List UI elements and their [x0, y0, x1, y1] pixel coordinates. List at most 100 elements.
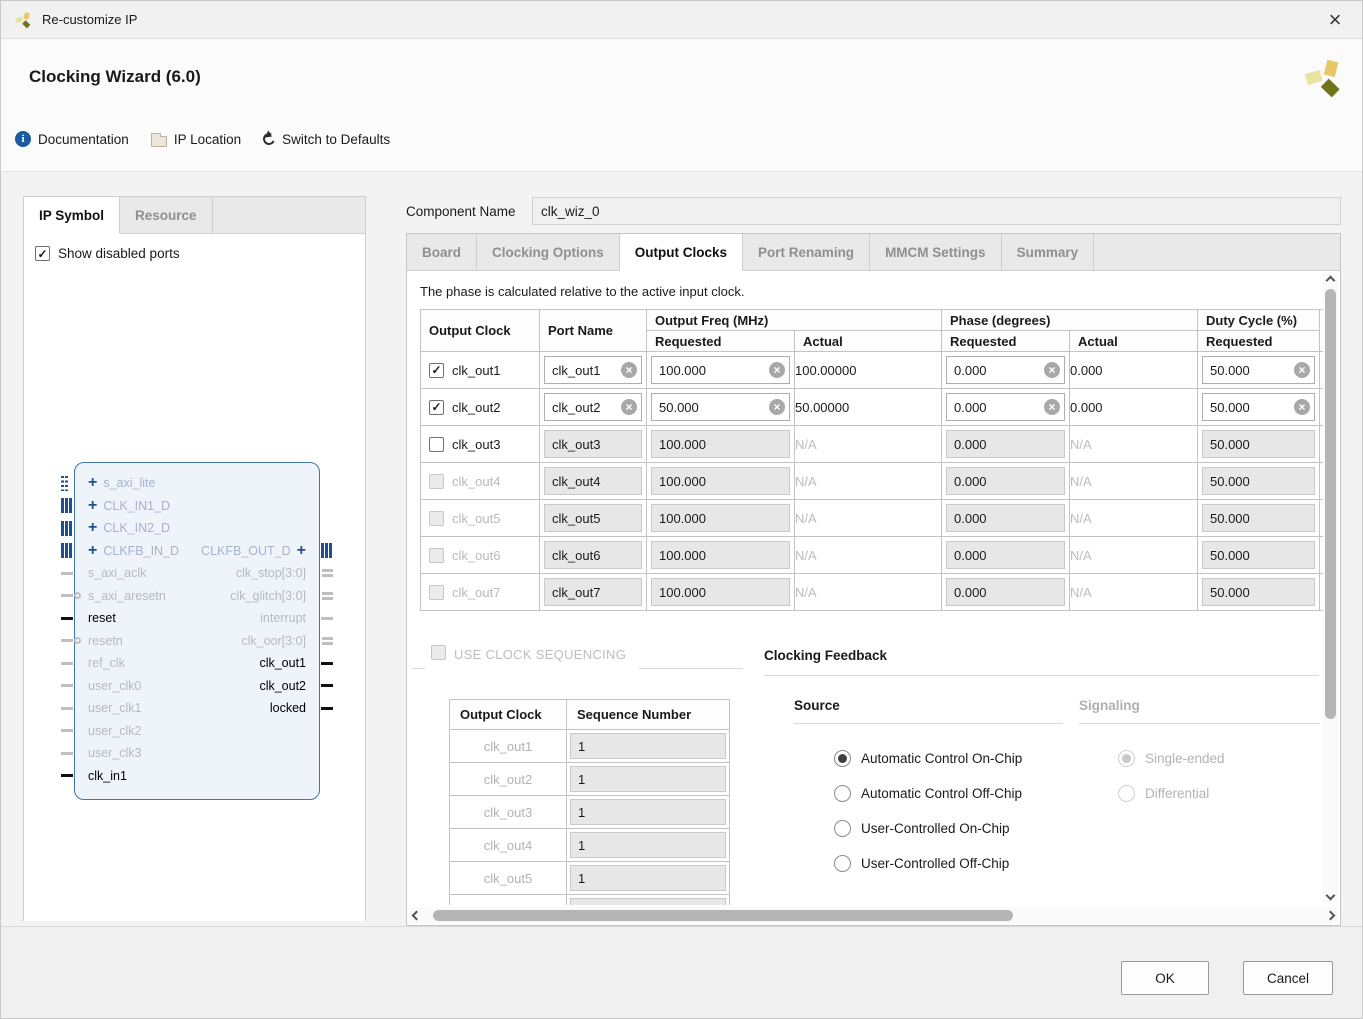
sequence-number-field: 1 [570, 733, 726, 759]
tab-port-renaming[interactable]: Port Renaming [743, 234, 870, 270]
titlebar: Re-customize IP × [1, 1, 1362, 39]
clear-icon[interactable] [1294, 362, 1310, 378]
interface-stub-icon [61, 476, 69, 491]
show-disabled-ports-label: Show disabled ports [58, 246, 180, 261]
freq-requested-field[interactable]: 50.000 [651, 393, 790, 421]
clock-enable-checkbox[interactable] [429, 437, 444, 452]
clear-icon[interactable] [1044, 362, 1060, 378]
clear-icon[interactable] [1294, 399, 1310, 415]
tab-resource[interactable]: Resource [120, 197, 213, 233]
source-option-automatic-control-off-chip[interactable]: Automatic Control Off-Chip [834, 776, 1022, 811]
col-duty-requested: Requested [1198, 331, 1320, 352]
port-clk-out1: clk_out1 [75, 652, 319, 675]
show-disabled-ports[interactable]: Show disabled ports [35, 246, 180, 261]
tab-summary[interactable]: Summary [1002, 234, 1095, 270]
clock-label: clk_out5 [452, 511, 500, 526]
signaling-option-single-ended: Single-ended [1118, 741, 1225, 776]
field-value: 100.000 [659, 548, 706, 563]
freq-requested-field[interactable]: 100.000 [651, 356, 790, 384]
tab-output-clocks[interactable]: Output Clocks [620, 234, 743, 271]
sequence-row-clk-out5: clk_out51 [450, 862, 730, 895]
signaling-radio-group: Single-endedDifferential [1118, 741, 1225, 811]
field-value: 0.000 [954, 474, 987, 489]
clock-enable-checkbox [429, 474, 444, 489]
output-clock-row-clk-out1: clk_out1clk_out1100.000100.000000.0000.0… [421, 352, 1324, 389]
scroll-left-icon[interactable] [412, 910, 422, 920]
toolbar-documentation[interactable]: Documentation [15, 131, 129, 147]
horizontal-scroll-thumb[interactable] [433, 910, 1013, 921]
tab-clocking-options[interactable]: Clocking Options [477, 234, 620, 270]
dialog-footer: OK Cancel [1, 926, 1362, 1019]
right-ports: CLKFB_OUT_D+clk_stop[3:0]clk_glitch[3:0]… [75, 540, 319, 720]
field-value: 0.000 [954, 363, 987, 378]
expand-plus-icon[interactable]: + [88, 475, 97, 491]
expand-plus-icon[interactable]: + [297, 543, 306, 559]
freq-actual-value: N/A [795, 426, 942, 463]
source-option-user-controlled-off-chip[interactable]: User-Controlled Off-Chip [834, 846, 1022, 881]
toolbar: Documentation IP Location Switch to Defaul… [15, 131, 390, 147]
scroll-down-icon[interactable] [1326, 891, 1336, 901]
port-clk-in2-d: +CLK_IN2_D [75, 517, 319, 540]
tab-mmcm-settings[interactable]: MMCM Settings [870, 234, 1002, 270]
sequence-clock-label: clk_out4 [450, 829, 567, 862]
duty-requested-field[interactable]: 50.000 [1202, 393, 1315, 421]
port-name-field: clk_out7 [544, 578, 642, 606]
field-value: 50.000 [1210, 511, 1250, 526]
toolbar-label: Switch to Defaults [282, 132, 390, 147]
freq-actual-value: 100.00000 [795, 352, 942, 389]
horizontal-scrollbar[interactable] [409, 907, 1338, 923]
phase-actual-value: N/A [1070, 426, 1198, 463]
vertical-scroll-thumb[interactable] [1325, 289, 1336, 719]
sequence-clock-label: clk_out6 [450, 895, 567, 906]
clock-enable-checkbox[interactable] [429, 363, 444, 378]
toolbar-ip-location[interactable]: IP Location [151, 131, 241, 147]
phase-requested-field[interactable]: 0.000 [946, 393, 1065, 421]
radio-label: Automatic Control Off-Chip [861, 786, 1022, 801]
radio-icon [834, 820, 851, 837]
expand-plus-icon[interactable]: + [88, 498, 97, 514]
vertical-scrollbar[interactable] [1323, 273, 1338, 903]
divider [794, 723, 1063, 724]
expand-plus-icon[interactable]: + [88, 520, 97, 536]
port-clk-oor-3-0: clk_oor[3:0] [75, 630, 319, 653]
port-label: interrupt [260, 611, 306, 625]
cancel-button[interactable]: Cancel [1243, 961, 1333, 995]
tab-board[interactable]: Board [407, 234, 477, 270]
source-option-automatic-control-on-chip[interactable]: Automatic Control On-Chip [834, 741, 1022, 776]
sequence-number-field: 1 [570, 898, 726, 905]
clear-icon[interactable] [621, 399, 637, 415]
freq-actual-value: N/A [795, 500, 942, 537]
phase-actual-value: N/A [1070, 537, 1198, 574]
clear-icon[interactable] [769, 362, 785, 378]
clear-icon[interactable] [1044, 399, 1060, 415]
duty-requested-field[interactable]: 50.000 [1202, 356, 1315, 384]
clock-enable-checkbox[interactable] [429, 400, 444, 415]
clear-icon[interactable] [769, 399, 785, 415]
phase-requested-field[interactable]: 0.000 [946, 356, 1065, 384]
phase-requested-field: 0.000 [946, 504, 1065, 532]
phase-requested-field: 0.000 [946, 578, 1065, 606]
component-name-field[interactable]: clk_wiz_0 [532, 197, 1341, 225]
radio-icon [834, 750, 851, 767]
freq-requested-field: 100.000 [651, 578, 790, 606]
tab-ip-symbol[interactable]: IP Symbol [24, 197, 120, 234]
scroll-up-icon[interactable] [1326, 276, 1336, 286]
port-name-field[interactable]: clk_out1 [544, 356, 642, 384]
field-value: clk_out7 [552, 585, 600, 600]
seq-col-sequence-number: Sequence Number [567, 700, 730, 730]
sequence-row-clk-out6: clk_out61 [450, 895, 730, 906]
xilinx-logo-icon [1304, 57, 1346, 99]
ok-button[interactable]: OK [1121, 961, 1209, 995]
output-clock-row-clk-out4: clk_out4clk_out4100.000N/A0.000N/A50.000 [421, 463, 1324, 500]
use-clock-sequencing-checkbox [431, 645, 446, 660]
port-name-field[interactable]: clk_out2 [544, 393, 642, 421]
field-value: 0.000 [954, 585, 987, 600]
scroll-right-icon[interactable] [1326, 910, 1336, 920]
wire-stub-icon [61, 774, 73, 777]
clock-label: clk_out1 [452, 363, 500, 378]
source-option-user-controlled-on-chip[interactable]: User-Controlled On-Chip [834, 811, 1022, 846]
toolbar-switch-to-defaults[interactable]: Switch to Defaults [263, 131, 390, 147]
show-disabled-ports-checkbox[interactable] [35, 246, 50, 261]
clear-icon[interactable] [621, 362, 637, 378]
close-icon[interactable]: × [1322, 7, 1348, 33]
